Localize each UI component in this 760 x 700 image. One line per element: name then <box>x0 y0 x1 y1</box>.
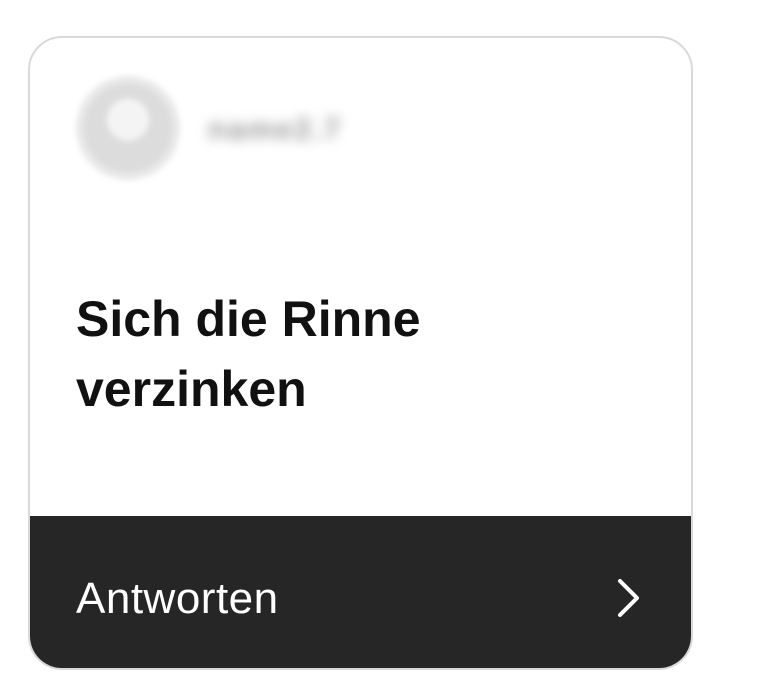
reply-button[interactable]: Antworten <box>30 516 691 668</box>
reply-card: name2.7 Sich die Rinne verzinken Antwort… <box>28 36 693 670</box>
card-title: Sich die Rinne verzinken <box>76 291 421 417</box>
avatar <box>76 76 180 180</box>
username: name2.7 <box>208 113 343 146</box>
reply-button-label: Antworten <box>76 574 279 623</box>
card-header: name2.7 <box>30 38 691 228</box>
chevron-right-icon <box>613 576 643 620</box>
